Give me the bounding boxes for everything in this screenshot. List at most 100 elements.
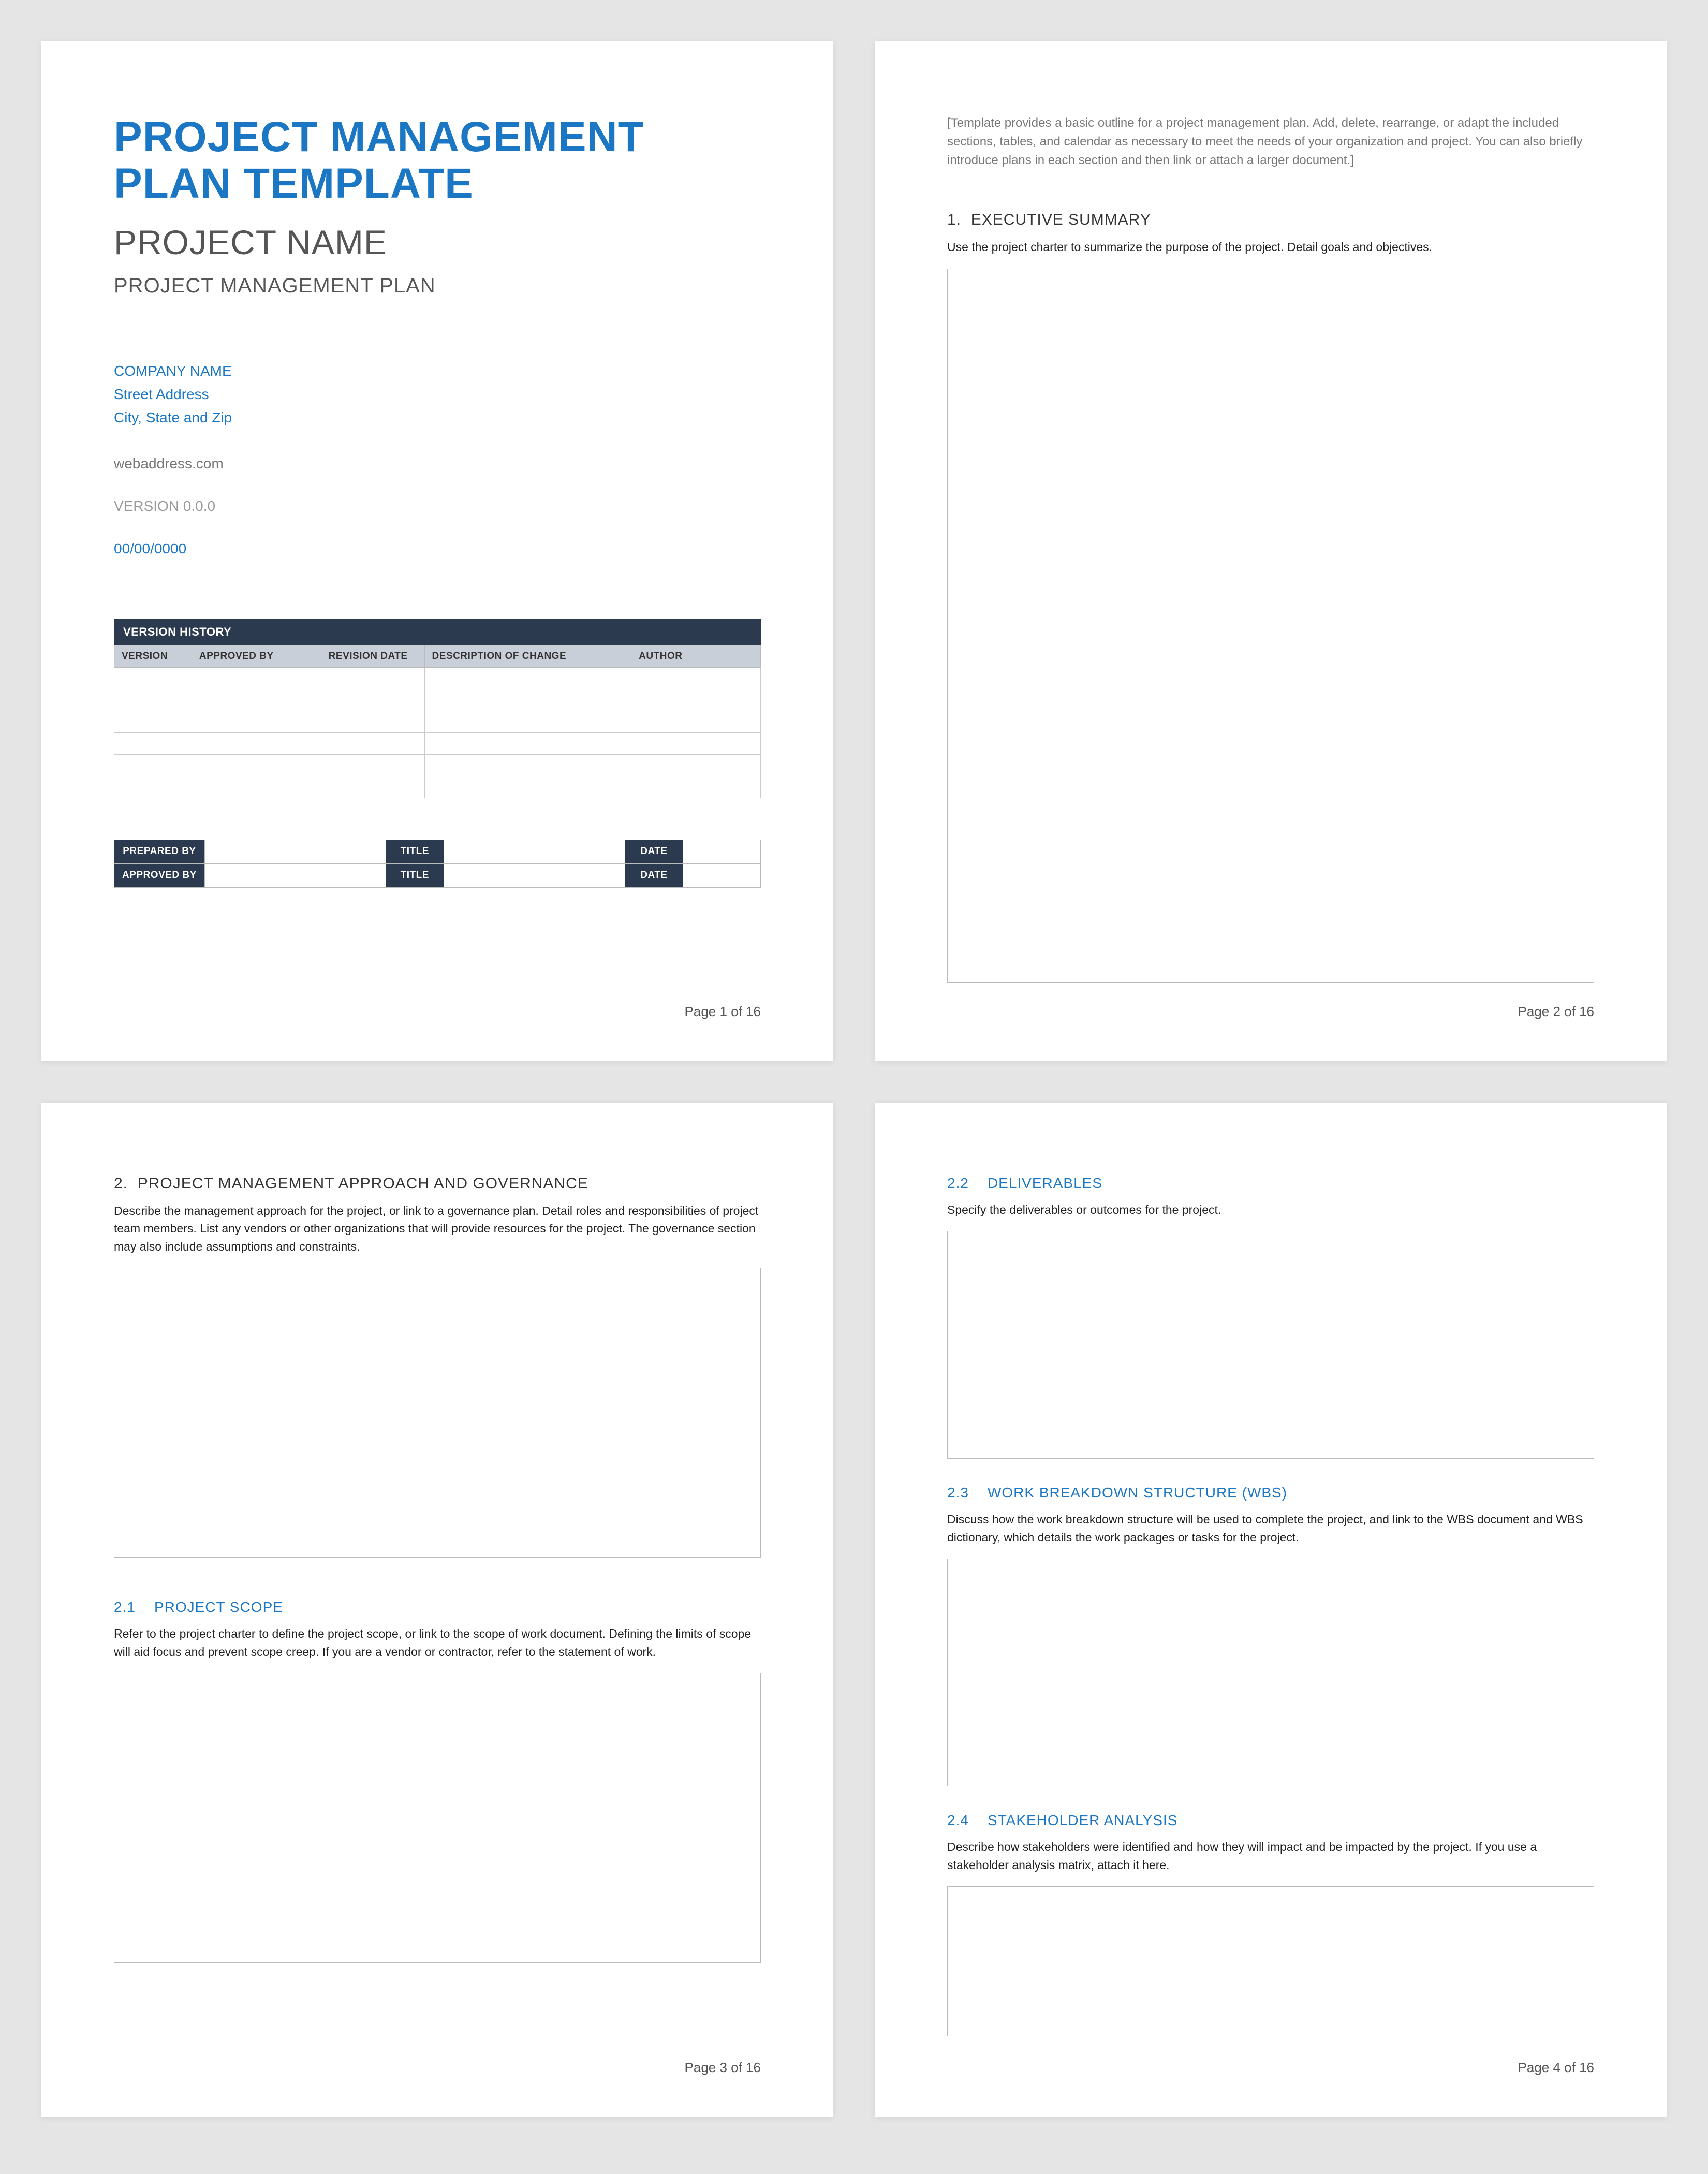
section-2-3-desc: Discuss how the work breakdown structure… (947, 1510, 1594, 1546)
section-2-3-num: 2.3 (947, 1485, 969, 1501)
deliverables-field[interactable] (947, 1231, 1594, 1459)
version-history-cell[interactable] (321, 732, 424, 754)
web-address: webaddress.com (114, 456, 761, 472)
section-2-desc: Describe the management approach for the… (114, 1202, 761, 1256)
signoff-value[interactable] (683, 863, 761, 887)
section-1-heading: 1. EXECUTIVE SUMMARY (947, 211, 1594, 229)
signoff-label: DATE (625, 863, 683, 887)
version-history-cell[interactable] (631, 667, 761, 689)
section-2-1-heading: 2.1 PROJECT SCOPE (114, 1599, 761, 1615)
version-history-cell[interactable] (321, 754, 424, 776)
signoff-row: APPROVED BY TITLE DATE (114, 863, 761, 887)
signoff-value[interactable] (204, 863, 386, 887)
section-2-2-desc: Specify the deliverables or outcomes for… (947, 1201, 1594, 1219)
page-number: Page 3 of 16 (114, 2060, 761, 2076)
section-2-3-heading: 2.3 WORK BREAKDOWN STRUCTURE (WBS) (947, 1485, 1594, 1501)
vh-col-version: VERSION (114, 645, 192, 667)
version-history-cell[interactable] (114, 711, 192, 732)
signoff-table: PREPARED BY TITLE DATE APPROVED BY TITLE DATE (114, 840, 761, 888)
page-number: Page 2 of 16 (947, 1004, 1594, 1020)
company-name: COMPANY NAME (114, 360, 761, 383)
version-history-cell[interactable] (321, 689, 424, 711)
section-2-4-title: STAKEHOLDER ANALYSIS (988, 1812, 1178, 1829)
version-history-cell[interactable] (114, 776, 192, 798)
version-history-cell[interactable] (424, 732, 631, 754)
page-number: Page 4 of 16 (947, 2060, 1594, 2076)
version-history-cell[interactable] (114, 732, 192, 754)
version-history-row[interactable] (114, 711, 761, 732)
version-history-cell[interactable] (192, 776, 321, 798)
signoff-value[interactable] (444, 863, 625, 887)
signoff-label: TITLE (386, 863, 444, 887)
project-name: PROJECT NAME (114, 223, 761, 262)
version-label: VERSION 0.0.0 (114, 498, 761, 515)
section-2-4-num: 2.4 (947, 1812, 969, 1829)
version-history-row[interactable] (114, 754, 761, 776)
section-2-num: 2. (114, 1175, 128, 1192)
version-history-cell[interactable] (192, 732, 321, 754)
company-block: COMPANY NAME Street Address City, State … (114, 360, 761, 429)
section-2-4-heading: 2.4 STAKEHOLDER ANALYSIS (947, 1812, 1594, 1829)
executive-summary-field[interactable] (947, 269, 1594, 983)
section-1-num: 1. (947, 211, 961, 228)
plan-label: PROJECT MANAGEMENT PLAN (114, 274, 761, 298)
project-scope-field[interactable] (114, 1673, 761, 1963)
version-history-cell[interactable] (321, 711, 424, 732)
version-history-cell[interactable] (424, 689, 631, 711)
version-history-cell[interactable] (424, 667, 631, 689)
page-2: [Template provides a basic outline for a… (875, 41, 1667, 1061)
signoff-value[interactable] (683, 840, 761, 863)
version-history-cell[interactable] (424, 754, 631, 776)
version-history-row[interactable] (114, 667, 761, 689)
version-history-title: VERSION HISTORY (114, 619, 761, 645)
section-2-4-desc: Describe how stakeholders were identifie… (947, 1838, 1594, 1874)
signoff-label: APPROVED BY (114, 863, 205, 887)
version-history-row[interactable] (114, 689, 761, 711)
section-2-1-desc: Refer to the project charter to define t… (114, 1625, 761, 1661)
vh-col-author: AUTHOR (631, 645, 761, 667)
signoff-row: PREPARED BY TITLE DATE (114, 840, 761, 863)
version-history-cell[interactable] (631, 732, 761, 754)
page-4: 2.2 DELIVERABLES Specify the deliverable… (875, 1103, 1667, 2117)
signoff-label: PREPARED BY (114, 840, 205, 863)
version-history-cell[interactable] (424, 776, 631, 798)
document-title: PROJECT MANAGEMENT PLAN TEMPLATE (114, 114, 761, 207)
version-history-cell[interactable] (424, 711, 631, 732)
version-history-header-row: VERSION APPROVED BY REVISION DATE DESCRI… (114, 645, 761, 667)
vh-col-revdate: REVISION DATE (321, 645, 424, 667)
version-history-cell[interactable] (631, 754, 761, 776)
version-history-cell[interactable] (114, 667, 192, 689)
wbs-field[interactable] (947, 1559, 1594, 1786)
version-history-row[interactable] (114, 776, 761, 798)
version-history-cell[interactable] (192, 754, 321, 776)
version-history-cell[interactable] (192, 711, 321, 732)
approach-governance-field[interactable] (114, 1268, 761, 1558)
version-history-cell[interactable] (321, 667, 424, 689)
page-1: PROJECT MANAGEMENT PLAN TEMPLATE PROJECT… (41, 41, 833, 1061)
section-2-2-heading: 2.2 DELIVERABLES (947, 1175, 1594, 1192)
section-1-title: EXECUTIVE SUMMARY (971, 211, 1151, 228)
version-history-cell[interactable] (631, 711, 761, 732)
section-2-3-title: WORK BREAKDOWN STRUCTURE (WBS) (988, 1485, 1287, 1501)
signoff-label: DATE (625, 840, 683, 863)
version-history-table: VERSION HISTORY VERSION APPROVED BY REVI… (114, 619, 761, 798)
company-street: Street Address (114, 383, 761, 406)
signoff-value[interactable] (204, 840, 386, 863)
signoff-value[interactable] (444, 840, 625, 863)
version-history-cell[interactable] (321, 776, 424, 798)
version-history-cell[interactable] (114, 754, 192, 776)
version-history-cell[interactable] (114, 689, 192, 711)
version-history-cell[interactable] (192, 667, 321, 689)
section-2-title: PROJECT MANAGEMENT APPROACH AND GOVERNAN… (138, 1175, 588, 1192)
page-3: 2. PROJECT MANAGEMENT APPROACH AND GOVER… (41, 1103, 833, 2117)
version-history-row[interactable] (114, 732, 761, 754)
version-history-cell[interactable] (192, 689, 321, 711)
version-history-cell[interactable] (631, 689, 761, 711)
section-2-2-num: 2.2 (947, 1175, 969, 1192)
section-2-2-title: DELIVERABLES (988, 1175, 1102, 1192)
vh-col-desc: DESCRIPTION OF CHANGE (424, 645, 631, 667)
version-history-cell[interactable] (631, 776, 761, 798)
signoff-label: TITLE (386, 840, 444, 863)
section-1-desc: Use the project charter to summarize the… (947, 238, 1594, 256)
stakeholder-field[interactable] (947, 1886, 1594, 2036)
